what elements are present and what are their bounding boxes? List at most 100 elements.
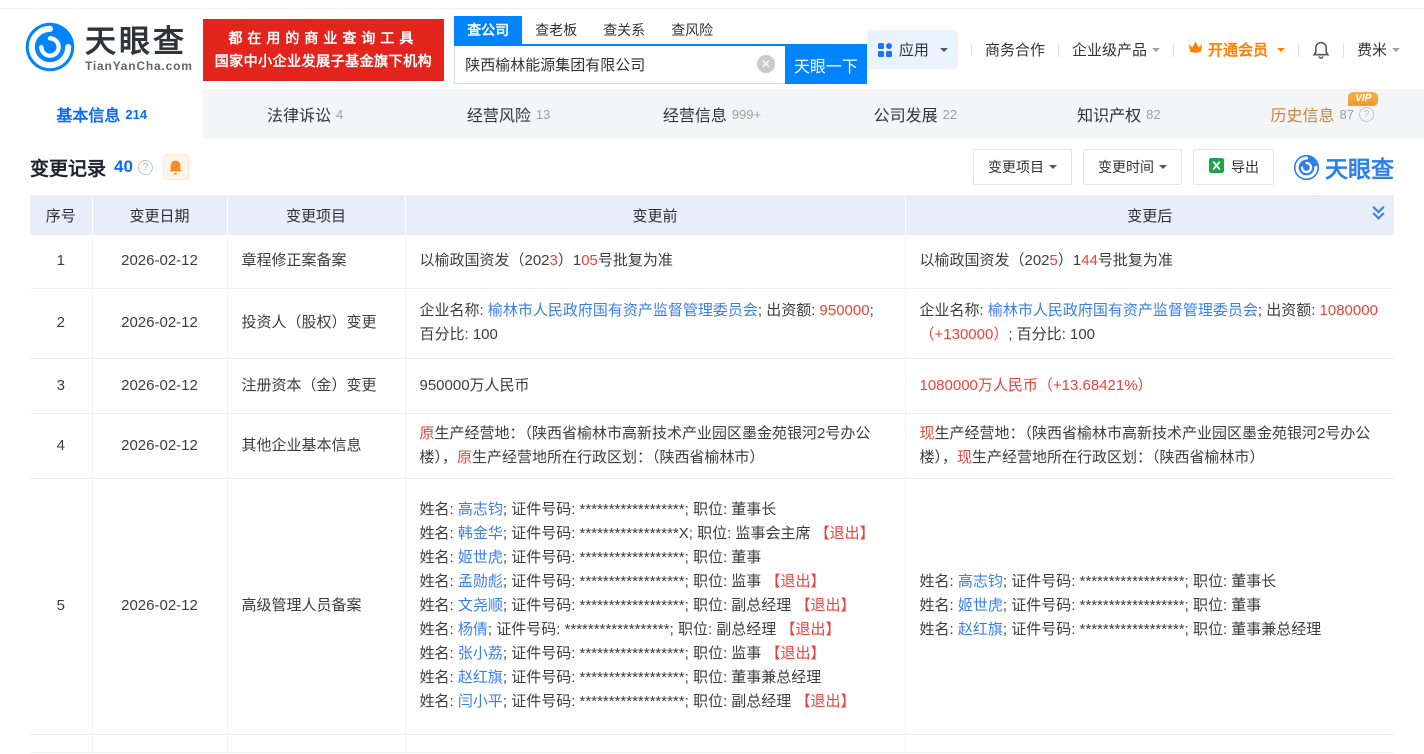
tab-count: 82 <box>1146 107 1160 122</box>
notifications-bell[interactable] <box>1312 40 1330 59</box>
cell-text: 现 <box>957 449 972 466</box>
search-tab[interactable]: 查风险 <box>658 16 726 44</box>
col-header-after: 变更后 <box>905 195 1394 235</box>
apps-menu[interactable]: 应用 <box>867 30 958 69</box>
chevron-down-icon <box>1049 165 1057 173</box>
entity-link[interactable]: 文尧顺 <box>458 597 503 614</box>
cell-text: 姓名: <box>420 573 458 590</box>
cell-text: 企业名称: <box>420 302 488 319</box>
tab-公司发展[interactable]: 公司发展22 <box>814 89 1017 139</box>
cell-text: ; 百分比: 100 <box>1008 326 1095 343</box>
slogan-badge: 都在用的商业查询工具 国家中小企业发展子基金旗下机构 <box>203 19 445 81</box>
apps-label: 应用 <box>899 39 929 60</box>
entity-link[interactable]: 张小荔 <box>458 645 503 662</box>
cell-line: 姓名: 张小荔; 证件号码: ******************; 职位: 监… <box>420 642 891 666</box>
entity-link[interactable]: 榆林市人民政府国有资产监督管理委员会 <box>988 302 1258 319</box>
cell-item: 其他企业基本信息 <box>227 413 405 478</box>
cell-text: 【退出】 <box>791 597 855 614</box>
cell-after: 以榆政国资发（2025）144号批复为准 <box>905 235 1394 288</box>
tab-历史信息[interactable]: 历史信息87VIP? <box>1221 89 1424 139</box>
cell-text: 3 <box>550 252 558 269</box>
expand-all-icon[interactable] <box>1371 205 1386 225</box>
cell-item: 高级管理人员备案 <box>227 478 405 734</box>
tab-法律诉讼[interactable]: 法律诉讼4 <box>203 89 406 139</box>
open-vip-button[interactable]: 开通会员 <box>1187 39 1285 60</box>
cell-text: 姓名: <box>420 525 458 542</box>
entity-link[interactable]: 杨倩 <box>458 621 488 638</box>
cell-item: 章程修正案备案 <box>227 235 405 288</box>
change-records-table: 序号 变更日期 变更项目 变更前 变更后 12026-02-12章程修正案备案以… <box>30 195 1394 753</box>
help-icon[interactable]: ? <box>1359 107 1374 122</box>
entity-link[interactable]: 闫小平 <box>458 693 503 710</box>
entity-link[interactable]: 孟勋彪 <box>458 573 503 590</box>
cell-line: 姓名: 闫小平; 证件号码: ******************; 职位: 副… <box>420 690 891 714</box>
logo-domain: TianYanCha.com <box>85 60 193 73</box>
crown-icon <box>1187 40 1204 59</box>
cell-text: 【退出】 <box>791 693 855 710</box>
filter-change-item-button[interactable]: 变更项目 <box>973 149 1072 185</box>
logo-swirl-icon <box>24 21 76 78</box>
cell-line: 950000万人民币 <box>420 374 891 398</box>
cell-text: 姓名: <box>920 573 958 590</box>
cell-no: 2 <box>30 288 92 358</box>
cell-no: 4 <box>30 413 92 478</box>
cell-text: 姓名: <box>920 597 958 614</box>
entity-link[interactable]: 赵红旗 <box>958 621 1003 638</box>
entity-link[interactable]: 高志钧 <box>458 501 503 518</box>
cell-text: 1080000万人民币（+13.68421%） <box>920 377 1153 394</box>
export-button[interactable]: 导出 <box>1193 149 1274 185</box>
search-tab[interactable]: 查关系 <box>590 16 658 44</box>
cell-text: 生产经营地所在行政区划：（陕西省榆林市） <box>472 449 765 466</box>
filter-item-label: 变更项目 <box>988 157 1044 177</box>
tab-经营信息[interactable]: 经营信息999+ <box>610 89 813 139</box>
enterprise-label: 企业级产品 <box>1072 39 1147 60</box>
chevron-down-icon <box>1392 48 1400 56</box>
table-row-partial <box>30 734 1394 752</box>
col-header-item: 变更项目 <box>227 195 405 235</box>
help-icon[interactable]: ? <box>138 160 153 175</box>
clear-icon[interactable]: ✕ <box>757 55 775 73</box>
cell-line: 企业名称: 榆林市人民政府国有资产监督管理委员会; 出资额: 1080000（+… <box>920 299 1381 347</box>
apps-grid-icon <box>877 42 893 58</box>
cell-text: ; 证件号码: ******************; 职位: 监事 <box>503 573 761 590</box>
cell-after: 现生产经营地：（陕西省榆林市高新技术产业园区墨金苑银河2号办公楼），现生产经营地… <box>905 413 1394 478</box>
tianyancha-logo[interactable]: 天眼查 TianYanCha.com <box>24 21 193 78</box>
entity-link[interactable]: 高志钧 <box>958 573 1003 590</box>
logo-title: 天眼查 <box>85 26 193 59</box>
entity-link[interactable]: 姬世虎 <box>958 597 1003 614</box>
cell-line: 原生产经营地：（陕西省榆林市高新技术产业园区墨金苑银河2号办公楼），原生产经营地… <box>420 422 891 470</box>
entity-link[interactable]: 赵红旗 <box>458 669 503 686</box>
cell-line: 姓名: 文尧顺; 证件号码: ******************; 职位: 副… <box>420 594 891 618</box>
tab-基本信息[interactable]: 基本信息214 <box>0 89 203 139</box>
cell-line: 姓名: 高志钧; 证件号码: ******************; 职位: 董… <box>420 498 891 522</box>
search-button[interactable]: 天眼一下 <box>785 46 867 84</box>
entity-link[interactable]: 韩金华 <box>458 525 503 542</box>
cell-text: 950000万人民币 <box>420 377 530 394</box>
cell-text: ; 出资额: <box>1258 302 1320 319</box>
entity-link[interactable]: 榆林市人民政府国有资产监督管理委员会 <box>488 302 758 319</box>
search-input[interactable]: 陕西榆林能源集团有限公司 ✕ <box>454 46 785 84</box>
subscribe-bell-icon[interactable] <box>163 154 189 180</box>
cell-line: 企业名称: 榆林市人民政府国有资产监督管理委员会; 出资额: 950000; 百… <box>420 299 891 347</box>
nav-cooperation[interactable]: 商务合作 <box>985 39 1045 60</box>
cell-text: ; 证件号码: ******************; 职位: 董事长 <box>1003 573 1276 590</box>
search-tab[interactable]: 查老板 <box>522 16 590 44</box>
cell-text: ; 证件号码: ******************; 职位: 董事 <box>1003 597 1261 614</box>
cell-line: 姓名: 姬世虎; 证件号码: ******************; 职位: 董… <box>920 594 1381 618</box>
tab-label: 法律诉讼 <box>267 102 331 126</box>
user-menu[interactable]: 费米 <box>1357 39 1400 60</box>
table-row: 52026-02-12高级管理人员备案姓名: 高志钧; 证件号码: ******… <box>30 478 1394 734</box>
cell-line: 姓名: 杨倩; 证件号码: ******************; 职位: 副总… <box>420 618 891 642</box>
tab-经营风险[interactable]: 经营风险13 <box>407 89 610 139</box>
nav-enterprise-products[interactable]: 企业级产品 <box>1072 39 1160 60</box>
entity-link[interactable]: 姬世虎 <box>458 549 503 566</box>
filter-change-time-button[interactable]: 变更时间 <box>1083 149 1182 185</box>
cell-date: 2026-02-12 <box>92 235 227 288</box>
tab-知识产权[interactable]: 知识产权82 <box>1017 89 1220 139</box>
search-area: 查公司查老板查关系查风险 陕西榆林能源集团有限公司 ✕ 天眼一下 <box>454 16 867 84</box>
section-count: 40 <box>114 157 133 177</box>
search-tab[interactable]: 查公司 <box>454 16 522 44</box>
nav-divider <box>971 43 972 57</box>
cell-date: 2026-02-12 <box>92 413 227 478</box>
cell-line: 姓名: 姬世虎; 证件号码: ******************; 职位: 董… <box>420 546 891 570</box>
